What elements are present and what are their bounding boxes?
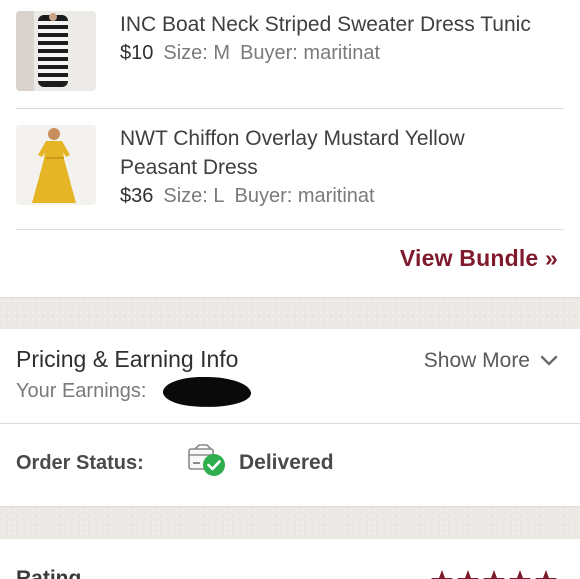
- star-icon: [431, 570, 453, 579]
- item-title[interactable]: INC Boat Neck Striped Sweater Dress Tuni…: [120, 10, 560, 39]
- star-icon: [457, 570, 479, 579]
- chevron-down-icon: [540, 355, 558, 366]
- star-icon: [483, 570, 505, 579]
- bundle-item[interactable]: INC Boat Neck Striped Sweater Dress Tuni…: [16, 0, 564, 109]
- order-details-page: INC Boat Neck Striped Sweater Dress Tuni…: [0, 0, 580, 579]
- rating-section: Rating: [0, 539, 580, 579]
- rating-label: Rating: [16, 567, 82, 579]
- section-divider: [0, 506, 580, 539]
- item-meta: $10 Size: M Buyer: maritinat: [120, 39, 560, 68]
- yellow-dress-photo: [16, 125, 96, 205]
- order-status-value: Delivered: [239, 451, 334, 474]
- package-delivered-icon: [187, 444, 227, 483]
- item-meta: $36 Size: L Buyer: maritinat: [120, 182, 520, 211]
- order-status-label: Order Status:: [16, 452, 144, 474]
- show-more-label: Show More: [423, 349, 530, 372]
- earnings-label: Your Earnings:: [16, 380, 147, 402]
- item-buyer: Buyer: maritinat: [240, 42, 381, 64]
- item-info: NWT Chiffon Overlay Mustard Yellow Peasa…: [120, 124, 520, 211]
- bundle-item[interactable]: NWT Chiffon Overlay Mustard Yellow Peasa…: [16, 109, 564, 230]
- item-buyer: Buyer: maritinat: [234, 185, 375, 207]
- item-size: Size: L: [163, 185, 225, 207]
- item-price: $10: [120, 42, 154, 64]
- star-icon: [509, 570, 531, 579]
- section-divider: [0, 297, 580, 329]
- redacted-earnings: [162, 375, 252, 409]
- pricing-title: Pricing & Earning Info: [16, 346, 239, 372]
- item-thumbnail[interactable]: [16, 11, 96, 91]
- item-price: $36: [120, 185, 154, 207]
- item-thumbnail[interactable]: [16, 125, 96, 205]
- item-size: Size: M: [163, 42, 231, 64]
- item-info: INC Boat Neck Striped Sweater Dress Tuni…: [120, 10, 560, 68]
- show-more-button[interactable]: Show More: [424, 349, 558, 373]
- pricing-section: Pricing & Earning Info Show More Your Ea…: [0, 329, 580, 424]
- star-icon: [535, 570, 557, 579]
- rating-stars[interactable]: [430, 569, 560, 579]
- item-title[interactable]: NWT Chiffon Overlay Mustard Yellow Peasa…: [120, 124, 520, 182]
- striped-dress-photo: [16, 11, 96, 91]
- order-status-section: Order Status: Delivered: [0, 424, 580, 505]
- view-bundle-link[interactable]: View Bundle »: [400, 245, 558, 272]
